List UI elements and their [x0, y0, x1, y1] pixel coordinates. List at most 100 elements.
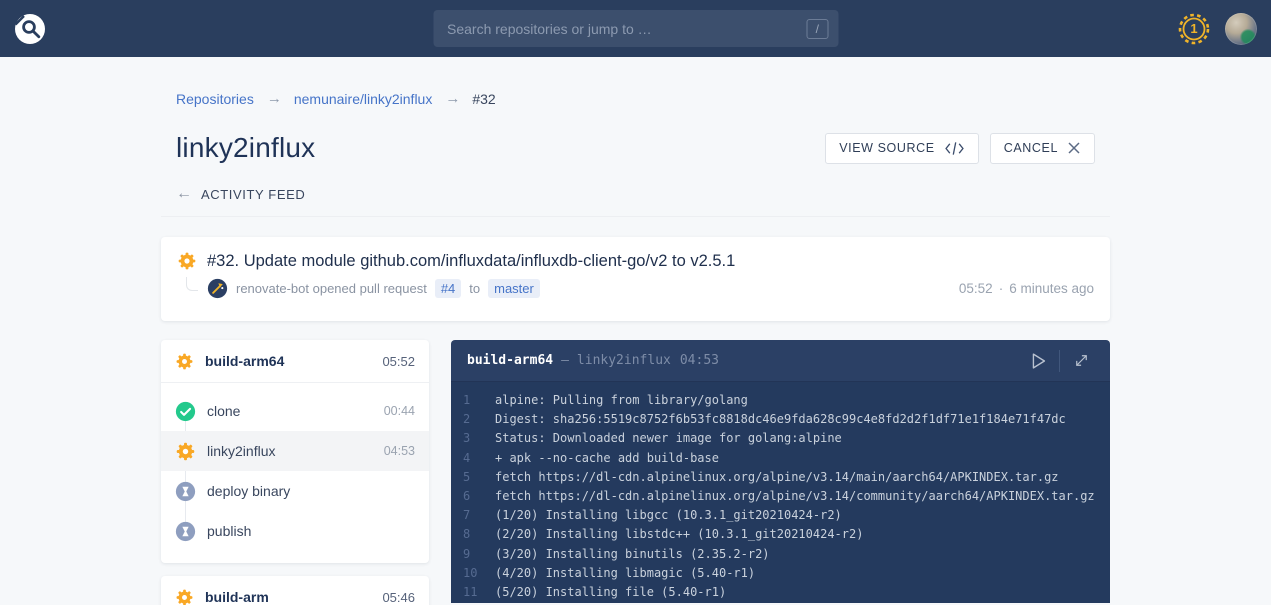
breadcrumb-repositories-link[interactable]: Repositories	[176, 91, 254, 107]
breadcrumb-repo-link[interactable]: nemunaire/linky2influx	[294, 91, 433, 107]
log-line-number: 10	[463, 564, 485, 583]
section-divider	[161, 216, 1110, 217]
log-line: 11 (5/20) Installing file (5.40-r1)	[463, 583, 1094, 602]
log-line-text: Digest: sha256:5519c8752f6b53fc8818dc46e…	[495, 410, 1066, 429]
pull-request-badge[interactable]: #4	[435, 279, 461, 298]
log-line-text: + apk --no-cache add build-base	[495, 449, 719, 468]
view-source-button[interactable]: VIEW SOURCE	[825, 133, 979, 164]
stage-header-build-arm[interactable]: build-arm 05:46	[161, 576, 429, 605]
pending-hourglass-icon	[175, 481, 196, 502]
stage-name: build-arm	[205, 589, 269, 605]
log-line-number: 5	[463, 468, 485, 487]
log-line: 4 + apk --no-cache add build-base	[463, 449, 1094, 468]
renovate-bot-avatar	[207, 278, 228, 299]
log-line: 5 fetch https://dl-cdn.alpinelinux.org/al…	[463, 468, 1094, 487]
expand-icon	[1072, 351, 1091, 370]
step-name: publish	[207, 523, 251, 539]
log-line-number: 6	[463, 487, 485, 506]
breadcrumb-arrow-icon	[265, 90, 283, 107]
log-line-text: (1/20) Installing libgcc (10.3.1_git2021…	[495, 506, 842, 525]
step-name: deploy binary	[207, 483, 290, 499]
step-row-publish[interactable]: publish	[161, 511, 429, 551]
console-header: build-arm64 — linky2influx 04:53	[451, 340, 1110, 382]
fullscreen-button[interactable]	[1064, 346, 1098, 376]
log-line: 9 (3/20) Installing binutils (2.35.2-r2)	[463, 545, 1094, 564]
play-icon	[1027, 350, 1049, 372]
stage-card-build-arm64: build-arm64 05:52 clone 00:44 linky2infl…	[161, 340, 429, 563]
log-line-number: 3	[463, 429, 485, 448]
connector-line	[186, 277, 198, 291]
running-gear-icon	[175, 441, 196, 462]
log-line-number: 1	[463, 391, 485, 410]
log-line-number: 9	[463, 545, 485, 564]
time-dot: ·	[999, 281, 1004, 296]
step-name: clone	[207, 403, 240, 419]
activity-feed-back-link[interactable]: ACTIVITY FEED	[161, 185, 320, 203]
log-line-text: alpine: Pulling from library/golang	[495, 391, 748, 410]
build-time: 05:52	[959, 281, 993, 296]
console-step-name: linky2influx	[577, 353, 671, 368]
log-line: 7 (1/20) Installing libgcc (10.3.1_git202…	[463, 506, 1094, 525]
stage-duration: 05:46	[382, 590, 415, 605]
user-avatar[interactable]	[1225, 13, 1257, 45]
breadcrumb: Repositories nemunaire/linky2influx #32	[161, 90, 1110, 107]
branch-badge[interactable]: master	[488, 279, 540, 298]
running-gear-icon	[175, 588, 194, 605]
notification-count: 1	[1177, 12, 1211, 46]
pending-hourglass-icon	[175, 521, 196, 542]
top-navbar: / 1	[0, 0, 1271, 57]
build-time-ago: 6 minutes ago	[1009, 281, 1094, 296]
follow-logs-button[interactable]	[1021, 346, 1055, 376]
step-row-linky2influx[interactable]: linky2influx 04:53	[161, 431, 429, 471]
view-source-label: VIEW SOURCE	[839, 141, 935, 155]
log-console: build-arm64 — linky2influx 04:53	[451, 340, 1110, 603]
activity-actor-text: renovate-bot opened pull request	[236, 281, 427, 296]
stage-header-build-arm64[interactable]: build-arm64 05:52	[161, 340, 429, 382]
running-gear-icon	[177, 251, 197, 271]
stage-duration: 05:52	[382, 354, 415, 369]
build-activity-card[interactable]: #32. Update module github.com/influxdata…	[161, 237, 1110, 321]
step-duration: 00:44	[384, 404, 415, 418]
log-line-text: (2/20) Installing libstdc++ (10.3.1_git2…	[495, 525, 863, 544]
log-line: 6 fetch https://dl-cdn.alpinelinux.org/al…	[463, 487, 1094, 506]
cancel-button[interactable]: CANCEL	[990, 133, 1095, 164]
stage-name: build-arm64	[205, 353, 284, 369]
breadcrumb-arrow-icon	[443, 90, 461, 107]
success-check-icon	[175, 401, 196, 422]
log-line-number: 7	[463, 506, 485, 525]
app-logo-icon[interactable]	[14, 13, 46, 45]
build-title: #32. Update module github.com/influxdata…	[207, 252, 735, 271]
page-title: linky2influx	[176, 132, 315, 164]
log-line-text: fetch https://dl-cdn.alpinelinux.org/alp…	[495, 468, 1059, 487]
log-line: 8 (2/20) Installing libstdc++ (10.3.1_git…	[463, 525, 1094, 544]
log-line: 2Digest: sha256:5519c8752f6b53fc8818dc46…	[463, 410, 1094, 429]
search-box: /	[433, 10, 838, 47]
activity-feed-label: ACTIVITY FEED	[201, 187, 305, 202]
console-separator: —	[561, 353, 569, 368]
log-line-number: 8	[463, 525, 485, 544]
log-line-number: 11	[463, 583, 485, 602]
step-row-deploy-binary[interactable]: deploy binary	[161, 471, 429, 511]
code-icon	[944, 141, 965, 156]
log-line-text: fetch https://dl-cdn.alpinelinux.org/alp…	[495, 487, 1095, 506]
step-name: linky2influx	[207, 443, 275, 459]
log-line: 3Status: Downloaded newer image for gola…	[463, 429, 1094, 448]
console-log-output[interactable]: 1 alpine: Pulling from library/golang 2Di…	[451, 382, 1110, 603]
notification-badge[interactable]: 1	[1177, 12, 1211, 46]
cancel-label: CANCEL	[1004, 141, 1058, 155]
search-input[interactable]	[447, 21, 807, 37]
close-icon	[1067, 141, 1081, 155]
console-stage-name: build-arm64	[467, 353, 553, 368]
log-line-text: (5/20) Installing file (5.40-r1)	[495, 583, 726, 602]
log-line-text: (3/20) Installing binutils (2.35.2-r2)	[495, 545, 770, 564]
console-step-time: 04:53	[680, 353, 719, 368]
running-gear-icon	[175, 352, 194, 371]
breadcrumb-build-number: #32	[472, 91, 495, 107]
log-line: 1 alpine: Pulling from library/golang	[463, 391, 1094, 410]
log-line-number: 4	[463, 449, 485, 468]
step-row-clone[interactable]: clone 00:44	[161, 391, 429, 431]
log-line-text: (4/20) Installing libmagic (5.40-r1)	[495, 564, 755, 583]
console-actions-divider	[1059, 350, 1060, 372]
log-line: 10 (4/20) Installing libmagic (5.40-r1)	[463, 564, 1094, 583]
search-shortcut-key: /	[807, 19, 828, 39]
